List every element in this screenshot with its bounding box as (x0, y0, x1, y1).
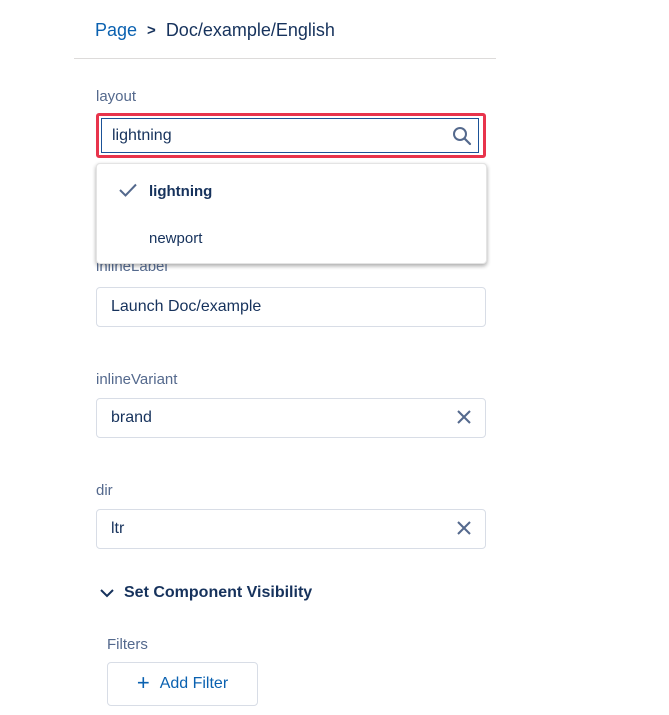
layout-dropdown-overlay: lightning newport (96, 163, 487, 264)
breadcrumb: Page > Doc/example/English (95, 20, 335, 41)
add-filter-button[interactable]: + Add Filter (107, 662, 258, 706)
layout-search-value: lightning (112, 126, 172, 144)
header-divider (74, 58, 496, 59)
dir-input[interactable]: ltr (96, 509, 486, 549)
clear-icon[interactable] (455, 408, 473, 426)
dropdown-option-lightning[interactable]: lightning (97, 168, 486, 214)
breadcrumb-current: Doc/example/English (165, 20, 335, 40)
dir-value: ltr (111, 520, 125, 537)
inlinevariant-value: brand (111, 409, 152, 426)
dir-label: dir (96, 482, 113, 499)
layout-label: layout (96, 88, 137, 105)
set-component-visibility-toggle[interactable]: Set Component Visibility (100, 584, 312, 602)
inlinevariant-label: inlineVariant (96, 371, 178, 388)
inlinevariant-input[interactable]: brand (96, 398, 486, 438)
chevron-down-icon (100, 589, 114, 598)
breadcrumb-separator: > (147, 22, 156, 39)
layout-search-input[interactable]: lightning (101, 118, 479, 153)
clear-icon[interactable] (455, 519, 473, 537)
filters-label: Filters (107, 636, 148, 653)
option-label: newport (149, 229, 203, 247)
option-label: lightning (149, 182, 213, 200)
add-filter-label: Add Filter (159, 675, 229, 692)
section-title: Set Component Visibility (124, 584, 313, 601)
breadcrumb-page-link[interactable]: Page (95, 20, 137, 41)
search-icon[interactable] (452, 126, 472, 146)
plus-icon: + (136, 670, 150, 695)
inlinelabel-input[interactable]: Launch Doc/example (96, 287, 486, 327)
dropdown-option-newport[interactable]: newport (97, 215, 486, 261)
check-icon (119, 183, 137, 197)
inlinelabel-value: Launch Doc/example (111, 298, 262, 315)
